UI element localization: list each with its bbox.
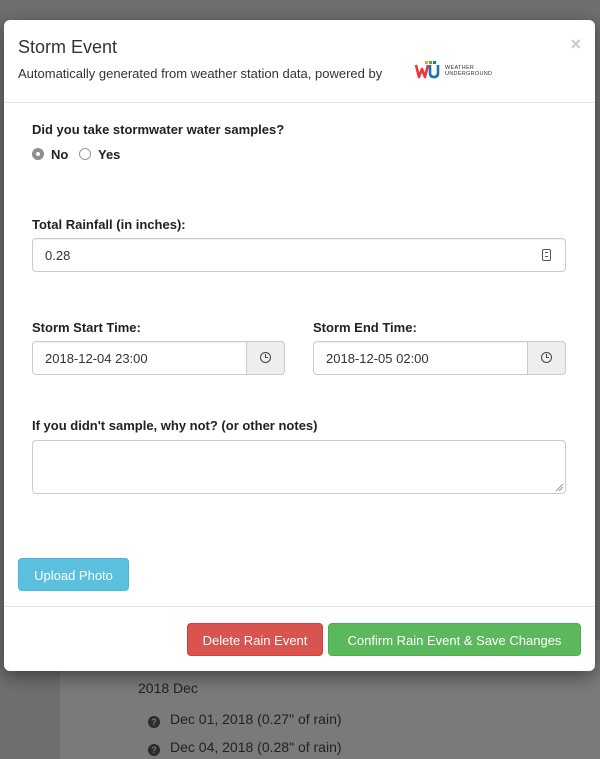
rainfall-value: 0.28	[45, 248, 71, 263]
rainfall-input[interactable]: 0.28	[32, 238, 566, 272]
wu-logo-text: WEATHER UNDERGROUND	[445, 65, 493, 77]
rain-event-label: Dec 04, 2018 (0.28" of rain)	[170, 739, 342, 755]
close-button[interactable]: ×	[570, 34, 581, 55]
end-time-addon[interactable]	[527, 341, 566, 375]
rain-event-item[interactable]: ? Dec 04, 2018 (0.28" of rain)	[148, 739, 342, 756]
samples-question: Did you take stormwater water samples?	[32, 122, 285, 137]
radio-no-label: No	[51, 147, 69, 162]
radio-yes-label: Yes	[98, 147, 121, 162]
end-time-value: 2018-12-05 02:00	[326, 351, 429, 366]
month-heading: 2018 Dec	[138, 680, 198, 696]
storm-event-modal: Storm Event Automatically generated from…	[4, 20, 595, 671]
end-time-label: Storm End Time:	[313, 320, 417, 335]
rain-event-label: Dec 01, 2018 (0.27" of rain)	[170, 711, 342, 727]
question-icon: ?	[148, 716, 160, 728]
rain-event-item[interactable]: ? Dec 01, 2018 (0.27" of rain)	[148, 711, 342, 728]
start-time-input[interactable]: 2018-12-04 23:00	[32, 341, 285, 375]
number-spinner-icon[interactable]	[542, 249, 551, 261]
wu-logo-icon	[415, 61, 440, 79]
start-time-value: 2018-12-04 23:00	[45, 351, 148, 366]
modal-subtitle: Automatically generated from weather sta…	[18, 66, 383, 81]
modal-header: Storm Event Automatically generated from…	[4, 20, 595, 103]
delete-rain-event-button[interactable]: Delete Rain Event	[187, 623, 323, 656]
start-time-addon[interactable]	[246, 341, 285, 375]
radio-unchecked-icon[interactable]	[79, 148, 91, 160]
end-time-input[interactable]: 2018-12-05 02:00	[313, 341, 566, 375]
question-icon: ?	[148, 744, 160, 756]
start-time-label: Storm Start Time:	[32, 320, 141, 335]
upload-photo-button[interactable]: Upload Photo	[18, 558, 129, 591]
confirm-rain-event-button[interactable]: Confirm Rain Event & Save Changes	[328, 623, 581, 656]
rainfall-label: Total Rainfall (in inches):	[32, 217, 186, 232]
weather-underground-logo: WEATHER UNDERGROUND	[415, 60, 505, 82]
modal-title: Storm Event	[18, 37, 118, 57]
clock-icon	[260, 352, 271, 363]
notes-textarea[interactable]	[32, 440, 566, 494]
footer-divider	[4, 606, 595, 607]
notes-label: If you didn't sample, why not? (or other…	[32, 418, 318, 433]
radio-checked-icon[interactable]	[32, 148, 44, 160]
resize-handle-icon[interactable]	[556, 484, 563, 491]
clock-icon	[541, 352, 552, 363]
